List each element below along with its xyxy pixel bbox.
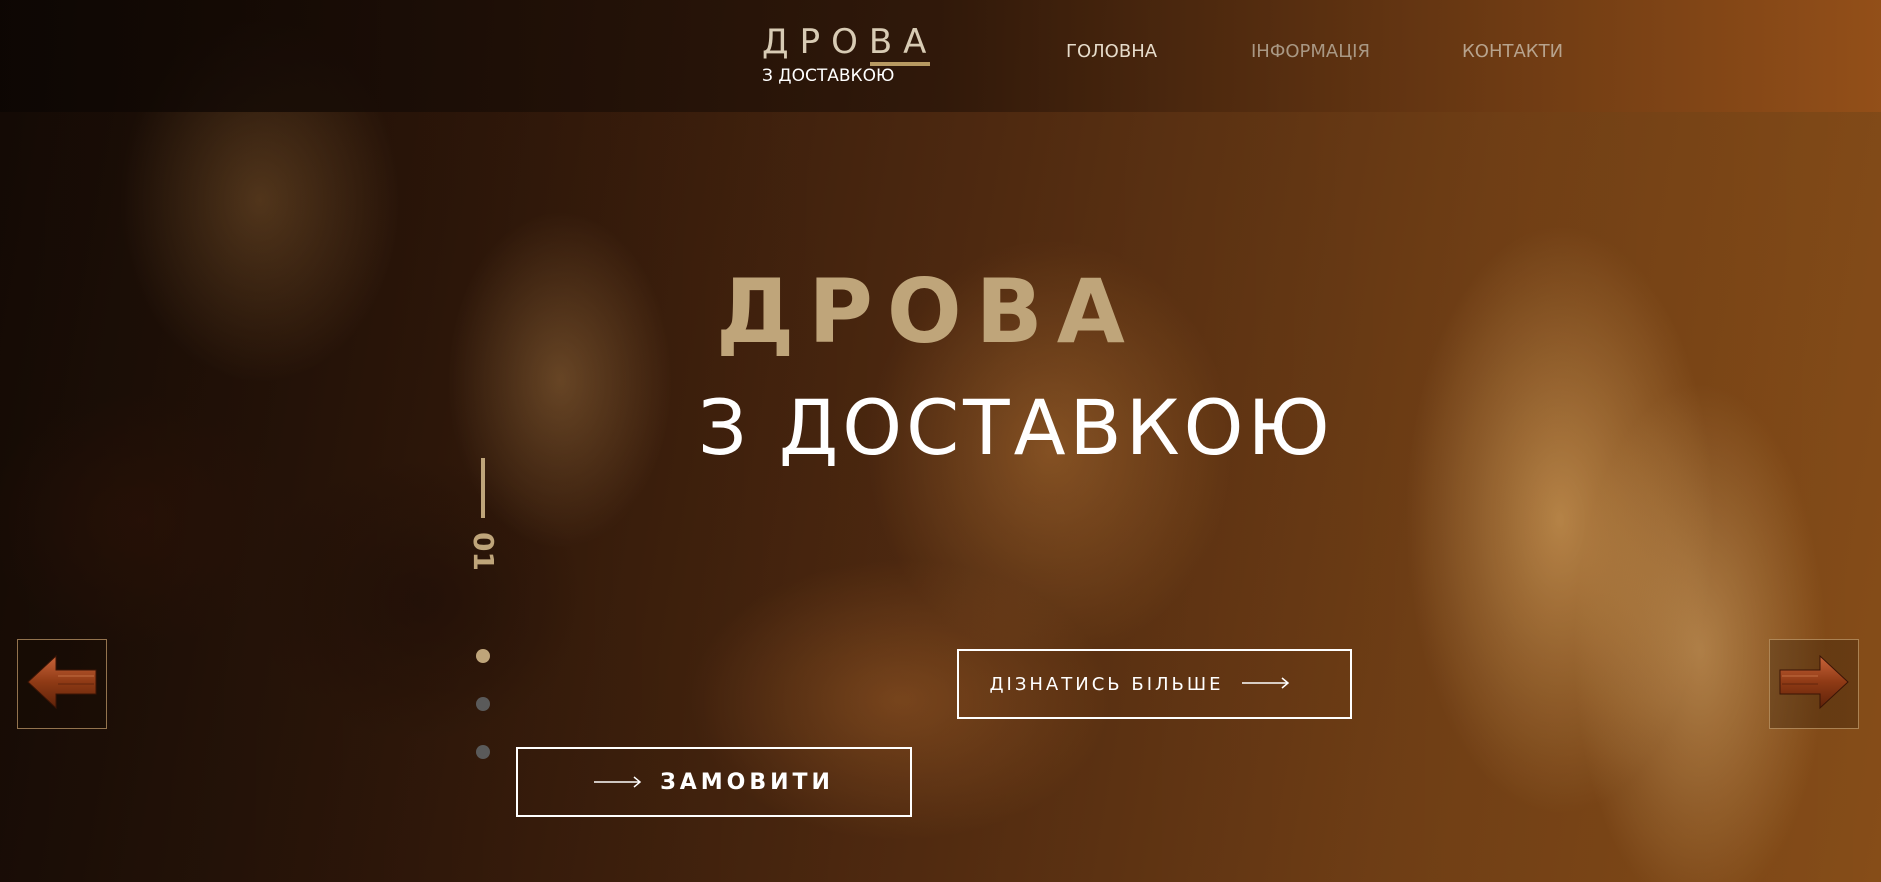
order-label: ЗАМОВИТИ: [660, 769, 834, 795]
nav-item-home[interactable]: ГОЛОВНА: [1066, 40, 1157, 64]
logo-subtitle: З ДОСТАВКОЮ: [762, 66, 895, 86]
learn-more-button[interactable]: ДІЗНАТИСЬ БІЛЬШЕ: [957, 649, 1352, 719]
long-arrow-right-icon: [1241, 674, 1290, 695]
logo-title: ДРОВА: [762, 22, 938, 62]
hero-title: ДРОВА: [716, 260, 1139, 363]
arrow-left-icon: [26, 654, 98, 714]
nav-item-contacts[interactable]: КОНТАКТИ: [1462, 40, 1563, 64]
order-button[interactable]: ЗАМОВИТИ: [516, 747, 912, 817]
slide-counter-number: 01: [467, 532, 500, 571]
nav-item-info[interactable]: ІНФОРМАЦІЯ: [1251, 40, 1370, 64]
slide-dot-2[interactable]: [476, 697, 490, 711]
site-logo[interactable]: ДРОВА З ДОСТАВКОЮ: [762, 22, 932, 88]
site-header: ДРОВА З ДОСТАВКОЮ ГОЛОВНА ІНФОРМАЦІЯ КОН…: [0, 0, 1881, 112]
long-arrow-right-icon: [594, 770, 642, 795]
slider-next-button[interactable]: [1769, 639, 1859, 729]
slide-dot-1[interactable]: [476, 649, 490, 663]
slide-dot-3[interactable]: [476, 745, 490, 759]
slide-counter-line: [481, 458, 485, 518]
arrow-right-icon: [1778, 654, 1850, 714]
learn-more-label: ДІЗНАТИСЬ БІЛЬШЕ: [989, 673, 1224, 695]
hero-subtitle: З ДОСТАВКОЮ: [698, 383, 1334, 472]
slider-prev-button[interactable]: [17, 639, 107, 729]
